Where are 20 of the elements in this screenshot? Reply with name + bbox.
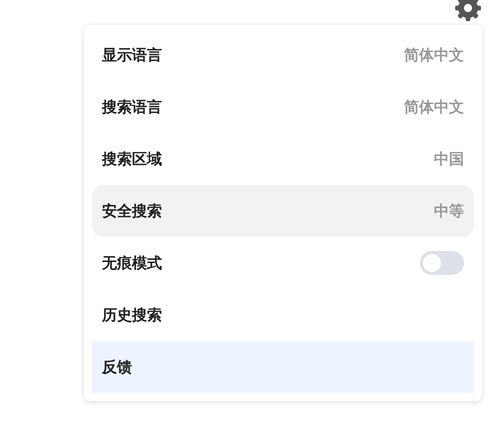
item-label: 反馈 xyxy=(102,356,132,378)
menu-item[interactable]: 显示语言 简体中文 xyxy=(92,29,474,81)
menu-item[interactable]: 安全搜索 中等 xyxy=(92,185,474,237)
item-label: 无痕模式 xyxy=(102,252,162,274)
item-value: 中等 xyxy=(434,200,464,222)
item-value: 简体中文 xyxy=(404,96,464,118)
item-value: 简体中文 xyxy=(404,44,464,66)
item-label: 安全搜索 xyxy=(102,200,162,222)
settings-icon[interactable] xyxy=(454,0,482,22)
item-label: 显示语言 xyxy=(102,44,162,66)
toggle-switch[interactable] xyxy=(420,251,464,275)
menu-item[interactable]: 反馈 xyxy=(92,341,474,393)
item-value: 中国 xyxy=(434,148,464,170)
item-label: 搜索区域 xyxy=(102,148,162,170)
menu-item[interactable]: 搜索语言 简体中文 xyxy=(92,81,474,133)
item-label: 搜索语言 xyxy=(102,96,162,118)
item-label: 历史搜索 xyxy=(102,304,162,326)
menu-item[interactable]: 搜索区域 中国 xyxy=(92,133,474,185)
menu-item[interactable]: 历史搜索 xyxy=(92,289,474,341)
menu-item[interactable]: 无痕模式 xyxy=(92,237,474,289)
